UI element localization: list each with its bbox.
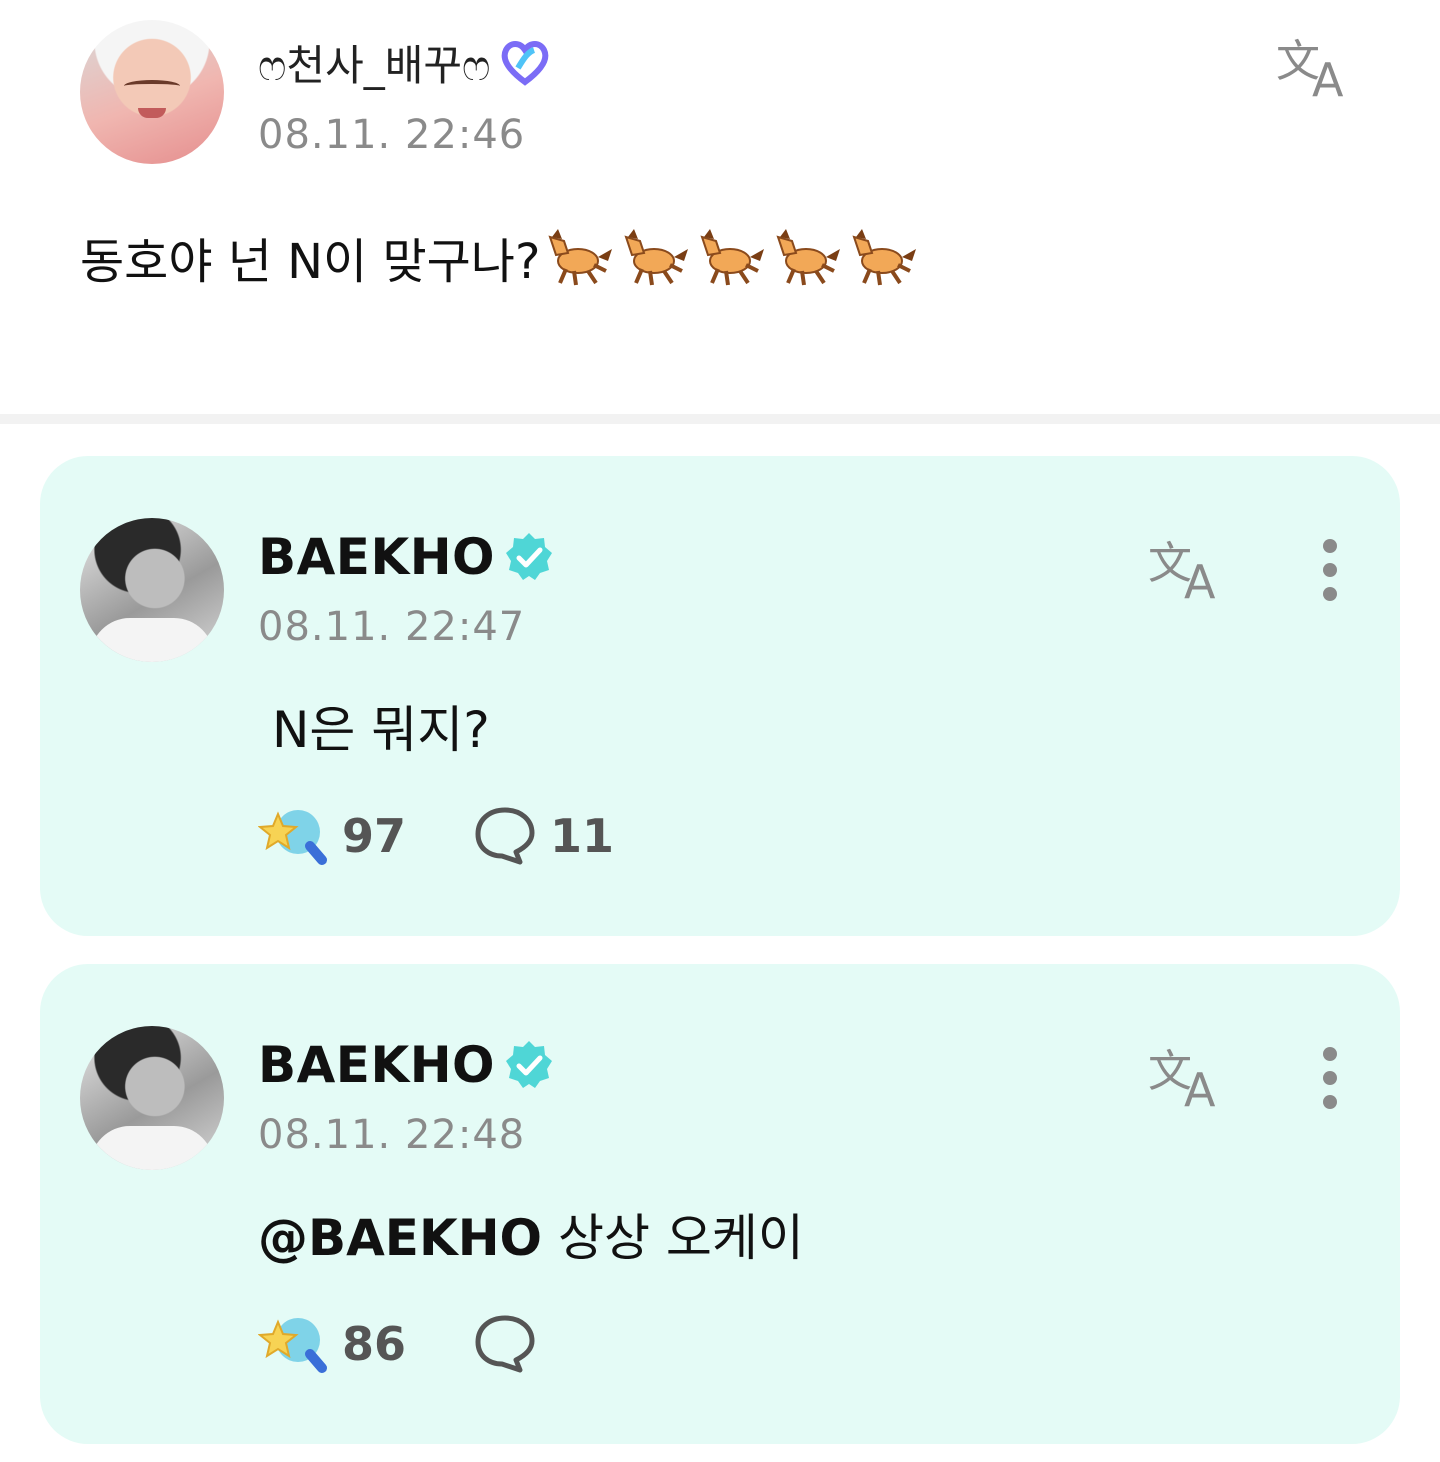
translate-icon[interactable]: 文 A (1276, 32, 1362, 102)
comment-text-body: 상상 오케이 (542, 1209, 804, 1267)
comment-name-row: BAEKHO (258, 1036, 555, 1094)
comment-actions: 86 (258, 1314, 618, 1374)
comment-time: 08.11. 22:47 (258, 604, 526, 650)
star-wand-icon (258, 810, 327, 865)
horse-emoji-icon (548, 229, 613, 286)
comment-card: BAEKHO 08.11. 22:48 文 A @BAEKHO 상상 오케이 8… (40, 964, 1400, 1444)
comment-name-row: BAEKHO (258, 528, 555, 586)
post-body: 동호야 넌 N이 맞구나? (80, 222, 920, 292)
translate-icon[interactable]: 文 A (1148, 534, 1234, 604)
verified-badge-icon (506, 533, 553, 580)
comment-author[interactable]: BAEKHO (258, 528, 495, 586)
author-name[interactable]: ෆ천사_배꾸ෆ (258, 32, 490, 93)
fan-badge-icon (502, 40, 549, 86)
reply-count: 11 (550, 809, 615, 863)
speech-bubble-icon (475, 1315, 535, 1373)
more-vertical-icon[interactable] (1320, 536, 1340, 606)
comment-avatar[interactable] (80, 1026, 224, 1170)
more-vertical-icon[interactable] (1320, 1044, 1340, 1114)
author-avatar[interactable] (80, 20, 224, 164)
like-button[interactable]: 97 (258, 806, 406, 866)
post-text: 동호야 넌 N이 맞구나? (80, 234, 541, 290)
like-button[interactable]: 86 (258, 1314, 406, 1374)
svg-text:A: A (1312, 53, 1344, 102)
translate-icon[interactable]: 文 A (1148, 1042, 1234, 1112)
svg-text:A: A (1184, 555, 1216, 604)
horse-emoji-icon (776, 229, 841, 286)
author-name-row: ෆ천사_배꾸ෆ (258, 32, 552, 93)
horse-emoji-icon (700, 229, 765, 286)
comment-actions: 97 11 (258, 806, 682, 866)
reply-button[interactable]: 11 (474, 806, 614, 866)
mention-link[interactable]: @BAEKHO (258, 1209, 542, 1267)
comment-time: 08.11. 22:48 (258, 1112, 526, 1158)
svg-text:A: A (1184, 1063, 1216, 1112)
post-time: 08.11. 22:46 (258, 112, 526, 158)
comment-text: @BAEKHO 상상 오케이 (258, 1198, 804, 1270)
section-divider (0, 414, 1440, 424)
comment-avatar[interactable] (80, 518, 224, 662)
like-count: 86 (342, 1317, 407, 1371)
speech-bubble-icon (475, 807, 535, 865)
horse-emoji-icon (624, 229, 689, 286)
comment-author[interactable]: BAEKHO (258, 1036, 495, 1094)
post-header: ෆ천사_배꾸ෆ 08.11. 22:46 文 A (80, 20, 1370, 170)
reply-button[interactable] (474, 1314, 550, 1374)
horse-emojis (546, 225, 920, 289)
verified-badge-icon (506, 1041, 553, 1088)
like-count: 97 (342, 809, 407, 863)
comment-card: BAEKHO 08.11. 22:47 文 A N은 뭐지? 97 11 (40, 456, 1400, 936)
comment-text: N은 뭐지? (272, 701, 490, 759)
star-wand-icon (258, 1318, 327, 1373)
horse-emoji-icon (852, 229, 917, 286)
